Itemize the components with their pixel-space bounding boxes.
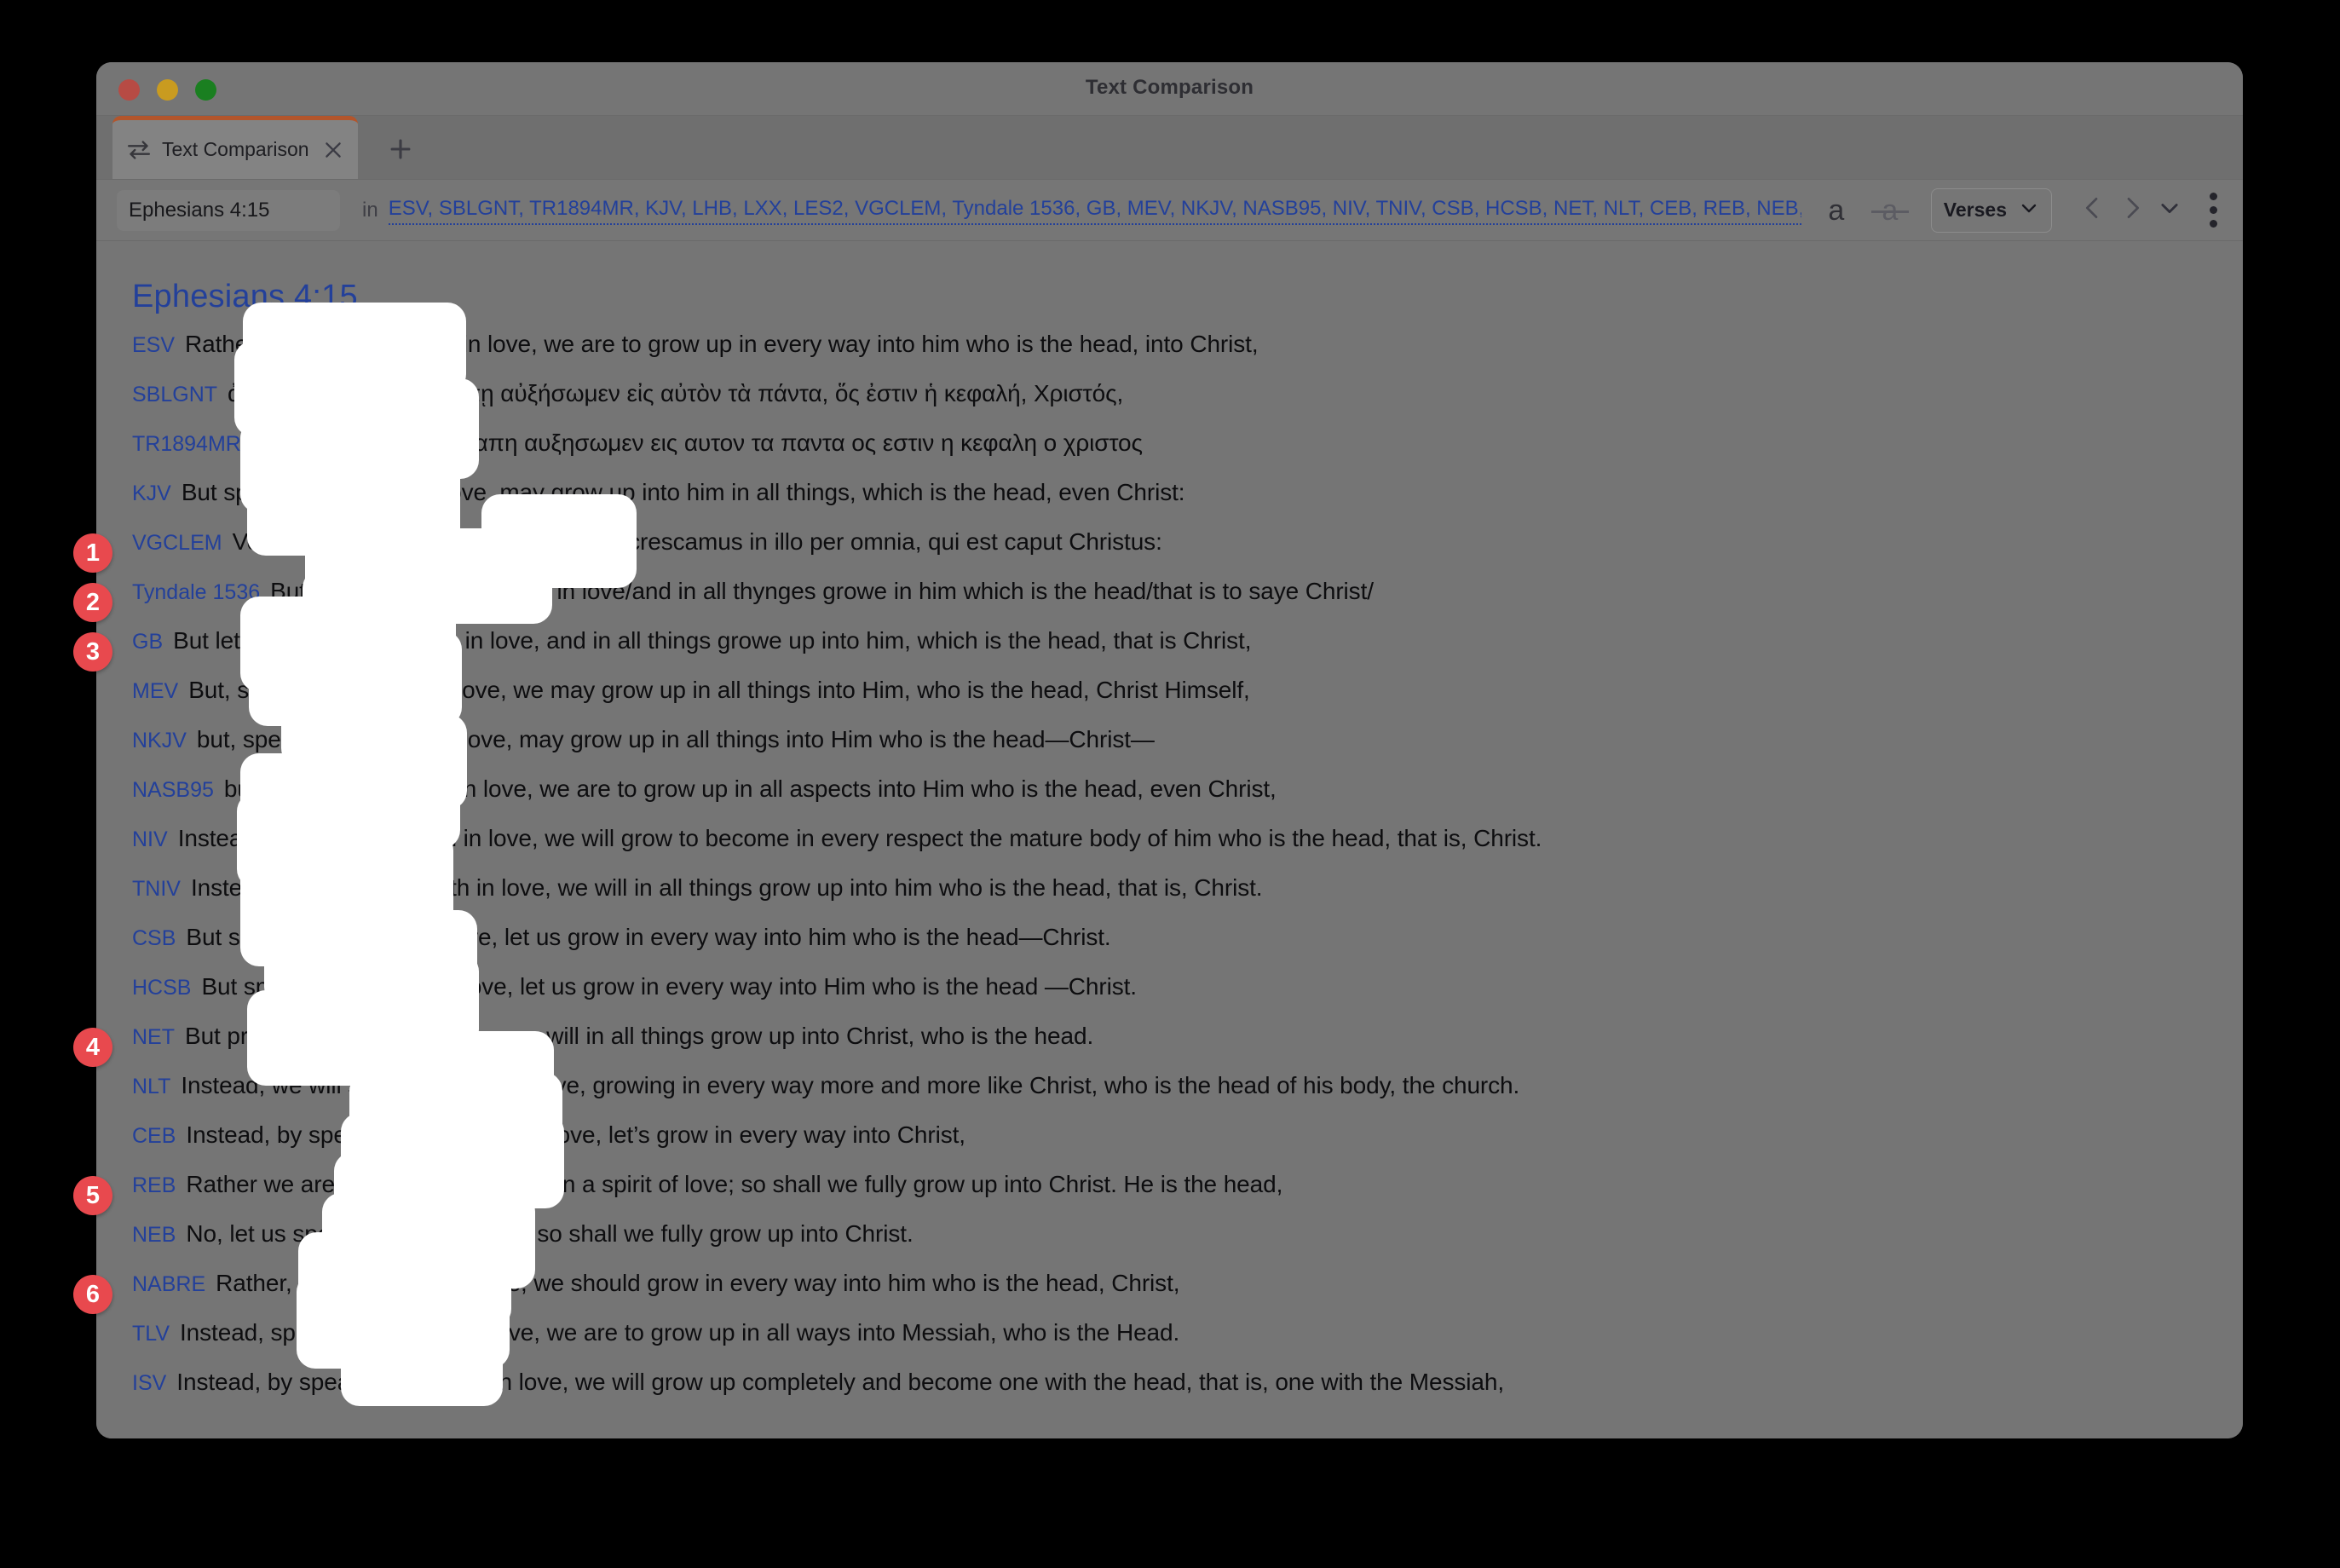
next-verse-button[interactable] bbox=[2118, 194, 2146, 226]
verse-text: No, let us speak the truth in love; so s… bbox=[186, 1220, 914, 1247]
verse-version-abbr[interactable]: NKJV bbox=[132, 729, 187, 753]
window-title: Text Comparison bbox=[1085, 76, 1254, 99]
annotation-badge: 5 bbox=[73, 1176, 112, 1215]
annotation-badge: 1 bbox=[73, 533, 112, 573]
verse-version-abbr[interactable]: SBLGNT bbox=[132, 383, 217, 407]
reference-input[interactable]: Ephesians 4:15 bbox=[117, 189, 340, 231]
kebab-menu-icon[interactable] bbox=[2202, 193, 2224, 228]
verse-version-abbr[interactable]: NEB bbox=[132, 1223, 176, 1248]
annotation-badge: 2 bbox=[73, 583, 112, 622]
toolbar: Ephesians 4:15 in ESV, SBLGNT, TR1894MR,… bbox=[96, 180, 2243, 241]
title-bar: Text Comparison bbox=[96, 62, 2243, 116]
navigation-controls bbox=[2067, 194, 2182, 226]
display-mode-select[interactable]: Verses bbox=[1930, 187, 2052, 233]
display-mode-label: Verses bbox=[1943, 199, 2007, 221]
verse-version-abbr[interactable]: KJV bbox=[132, 481, 171, 506]
previous-verse-button[interactable] bbox=[2079, 194, 2107, 226]
verse-version-abbr[interactable]: MEV bbox=[132, 679, 178, 704]
annotation-badge: 6 bbox=[73, 1275, 112, 1314]
verse-version-abbr[interactable]: REB bbox=[132, 1173, 176, 1198]
history-dropdown-button[interactable] bbox=[2158, 196, 2182, 224]
verse-version-abbr[interactable]: TLV bbox=[132, 1322, 170, 1346]
hide-formatting-icon[interactable]: a bbox=[1870, 196, 1909, 225]
swap-arrows-icon bbox=[126, 139, 152, 161]
annotation-badge: 4 bbox=[73, 1028, 112, 1067]
verse-version-abbr[interactable]: GB bbox=[132, 630, 163, 654]
verse-text: Instead, by speaking the truth with love… bbox=[186, 1121, 965, 1148]
verse-version-abbr[interactable]: CEB bbox=[132, 1124, 176, 1149]
font-size-icon[interactable]: a bbox=[1824, 196, 1849, 225]
kebab-dot bbox=[2209, 193, 2217, 200]
new-tab-button[interactable] bbox=[386, 135, 415, 164]
close-icon[interactable] bbox=[322, 139, 344, 161]
kebab-dot bbox=[2209, 206, 2217, 214]
verse-version-abbr[interactable]: NASB95 bbox=[132, 778, 214, 803]
verse-version-abbr[interactable]: NLT bbox=[132, 1075, 170, 1099]
in-label: in bbox=[362, 198, 378, 222]
verse-version-abbr[interactable]: NET bbox=[132, 1025, 175, 1050]
verse-version-abbr[interactable]: Tyndale 1536 bbox=[132, 580, 260, 605]
tab-text-comparison[interactable]: Text Comparison bbox=[112, 116, 358, 179]
annotation-badge: 3 bbox=[73, 632, 112, 672]
highlight-overlay bbox=[341, 1312, 503, 1406]
verse-version-abbr[interactable]: ISV bbox=[132, 1371, 166, 1396]
verse-version-abbr[interactable]: NABRE bbox=[132, 1272, 205, 1297]
versions-link[interactable]: ESV, SBLGNT, TR1894MR, KJV, LHB, LXX, LE… bbox=[388, 196, 1801, 225]
verse-version-abbr[interactable]: HCSB bbox=[132, 976, 191, 1000]
tab-strip: Text Comparison bbox=[96, 116, 2243, 180]
verse-version-abbr[interactable]: TNIV bbox=[132, 877, 181, 902]
verse-version-abbr[interactable]: VGCLEM bbox=[132, 531, 222, 556]
kebab-dot bbox=[2209, 220, 2217, 228]
verse-version-abbr[interactable]: CSB bbox=[132, 926, 176, 951]
chevron-down-icon bbox=[2019, 198, 2039, 222]
reference-input-value: Ephesians 4:15 bbox=[129, 198, 270, 222]
verse-version-abbr[interactable]: NIV bbox=[132, 827, 168, 852]
verse-version-abbr[interactable]: ESV bbox=[132, 333, 175, 358]
tab-label: Text Comparison bbox=[162, 138, 309, 160]
verse-version-abbr[interactable]: TR1894MR bbox=[132, 432, 241, 457]
